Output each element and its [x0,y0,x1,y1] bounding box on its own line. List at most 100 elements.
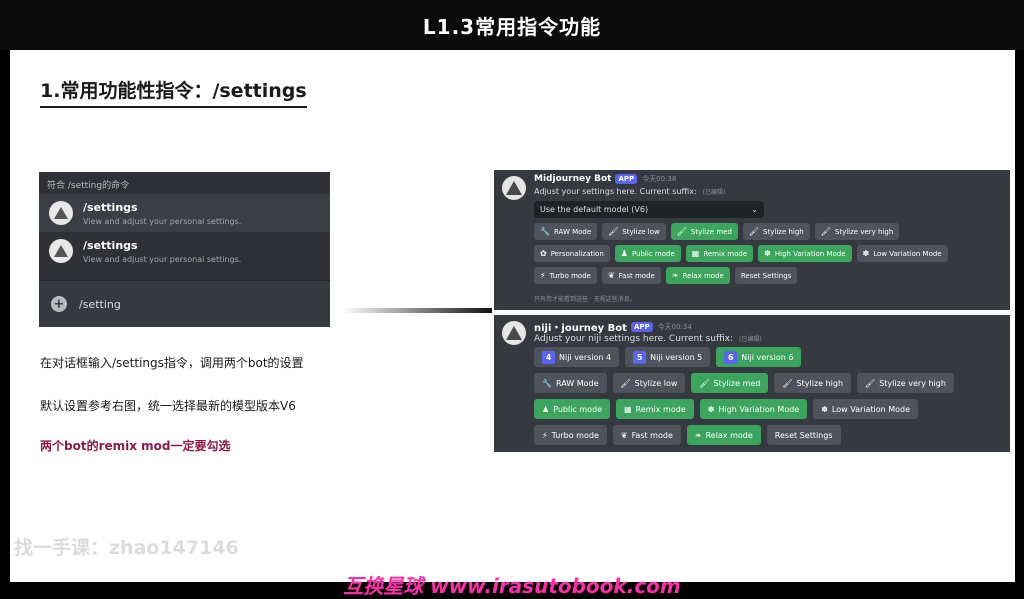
brush-icon: 🖌 [820,227,831,236]
brush-icon: 🖌 [608,227,619,236]
niji-version-row: 4 Niji version 4 5 Niji version 5 6 Niji vers… [534,347,802,367]
raw-mode-button[interactable]: 🔧 RAW Mode [534,373,607,393]
message-input-text: /setting [79,297,121,311]
model-select-value: Use the default model (V6) [540,205,649,214]
personalization-button[interactable]: ✿ Personalization [534,245,610,262]
chevron-down-icon: ⌄ [751,205,758,214]
command-name: /settings [83,238,138,252]
button-label: Personalization [550,249,604,258]
slide-title: L1.3常用指令功能 [422,14,602,39]
stylize-very-high-button[interactable]: 🖌 Stylize very high [857,373,954,393]
low-variation-mode-button[interactable]: ✽ Low Variation Mode [856,245,948,262]
person-icon: ♟ [542,404,550,414]
flower-icon: ✿ [540,249,547,258]
niji-version-4-button[interactable]: 4 Niji version 4 [534,347,620,367]
bot-name[interactable]: niji・journey Bot [534,319,627,334]
niji-row-1: 🔧 RAW Mode 🖌 Stylize low 🖌 Stylize med 🖌 Styliz… [534,373,954,393]
message-input[interactable]: + /setting [39,280,330,327]
niji-settings-panel: niji・journey Bot APP 今天00:34 Adjust your… [494,315,1010,452]
button-label: Niji version 4 [559,352,612,362]
button-label: Turbo mode [549,271,591,280]
relax-mode-button[interactable]: ❧ Relax mode [686,425,761,445]
stylize-low-button[interactable]: 🖌 Stylize low [602,223,666,240]
public-mode-button[interactable]: ♟ Public mode [614,245,681,262]
stylize-low-button[interactable]: 🖌 Stylize low [612,373,686,393]
message-time: 今天00:38 [642,175,677,183]
app-badge: APP [630,321,653,332]
plus-icon[interactable]: + [51,296,67,312]
note-line-2: 默认设置参考右图，统一选择最新的模型版本V6 [40,399,296,413]
stylize-very-high-button[interactable]: 🖌 Stylize very high [814,223,900,240]
grid-icon: ▦ [691,249,700,258]
midjourney-avatar[interactable] [502,176,526,200]
grid-icon: ▦ [624,404,632,414]
remix-mode-button[interactable]: ▦ Remix mode [685,245,754,262]
public-mode-button[interactable]: ♟ Public mode [534,399,611,419]
raw-mode-button[interactable]: 🔧 RAW Mode [534,223,598,240]
ephemeral-note: 只有您才能看到这些 · 无视这些消息。 [534,296,636,303]
button-label: Relax mode [705,430,753,440]
model-select[interactable]: Use the default model (V6) ⌄ [534,201,764,218]
edited-label: (已编辑) [702,189,726,196]
midjourney-row-3: ⚡ Turbo mode ❦ Fast mode ❧ Relax mode Reset Se… [534,267,798,284]
button-label: Fast mode [618,271,655,280]
button-label: Stylize very high [834,227,894,236]
button-label: Low Variation Mode [831,404,911,414]
command-name: /settings [83,200,138,214]
edited-label: (已编辑) [739,336,762,343]
button-label: Reset Settings [740,271,792,280]
section-heading: 1.常用功能性指令：/settings [40,76,307,108]
bot-avatar [49,239,73,263]
niji-avatar[interactable] [502,321,526,345]
button-label: Stylize high [763,227,804,236]
brush-icon: 🖌 [865,378,876,388]
button-label: Stylize med [690,227,732,236]
fast-mode-button[interactable]: ❦ Fast mode [612,425,681,445]
reset-settings-button[interactable]: Reset Settings [734,267,798,284]
note-line-3: 两个bot的remix mod一定要勾选 [40,439,231,453]
number-6-icon: 6 [724,350,738,364]
button-label: Stylize high [796,378,844,388]
stylize-med-button[interactable]: 🖌 Stylize med [691,373,769,393]
niji-version-5-button[interactable]: 5 Niji version 5 [625,347,711,367]
reset-settings-button[interactable]: Reset Settings [766,425,841,445]
stylize-high-button[interactable]: 🖌 Stylize high [742,223,810,240]
button-label: Niji version 6 [741,352,794,362]
wrench-icon: 🔧 [542,378,552,388]
niji-row-2: ♟ Public mode ▦ Remix mode ✽ High Variation M… [534,399,919,419]
button-label: Stylize low [634,378,678,388]
stylize-high-button[interactable]: 🖌 Stylize high [774,373,852,393]
relax-mode-button[interactable]: ❧ Relax mode [665,267,730,284]
bot-name[interactable]: Midjourney Bot [534,174,611,184]
low-variation-mode-button[interactable]: ✽ Low Variation Mode [813,399,919,419]
turbo-mode-button[interactable]: ⚡ Turbo mode [534,425,607,445]
button-label: High Variation Mode [718,404,800,414]
remix-mode-button[interactable]: ▦ Remix mode [616,399,694,419]
turbo-mode-button[interactable]: ⚡ Turbo mode [534,267,597,284]
lightning-icon: ⚡ [542,430,548,440]
high-variation-mode-button[interactable]: ✽ High Variation Mode [699,399,808,419]
stylize-med-button[interactable]: 🖌 Stylize med [670,223,738,240]
button-label: Remix mode [635,404,686,414]
button-label: Stylize very high [879,378,946,388]
niji-version-6-button[interactable]: 6 Niji version 6 [716,347,802,367]
app-badge: APP [615,174,638,184]
command-description: View and adjust your personal settings. [83,254,242,264]
midjourney-row-2: ✿ Personalization ♟ Public mode ▦ Remix mode ✽… [534,245,948,262]
command-item-midjourney[interactable]: /settings View and adjust your personal … [39,194,330,232]
fast-mode-button[interactable]: ❦ Fast mode [601,267,661,284]
palette-icon: ✽ [862,249,870,258]
leaf-icon: ❧ [694,430,702,440]
command-description: View and adjust your personal settings. [83,216,242,226]
site-watermark: 互换星球 www.irasutobook.com [343,574,681,598]
lightning-icon: ⚡ [540,271,546,280]
command-panel-header: 符合 /setting的命令 [47,181,130,191]
button-label: Relax mode [682,271,724,280]
command-item-niji[interactable]: /settings View and adjust your personal … [39,232,330,270]
rabbit-icon: ❦ [607,271,615,280]
wrench-icon: 🔧 [540,227,550,236]
watermark-text: 找一手课：zhao147146 [14,537,239,559]
high-variation-mode-button[interactable]: ✽ High Variation Mode [758,245,852,262]
midjourney-settings-panel: Midjourney Bot APP 今天00:38 Adjust your s… [494,170,1010,310]
button-label: RAW Mode [555,378,599,388]
